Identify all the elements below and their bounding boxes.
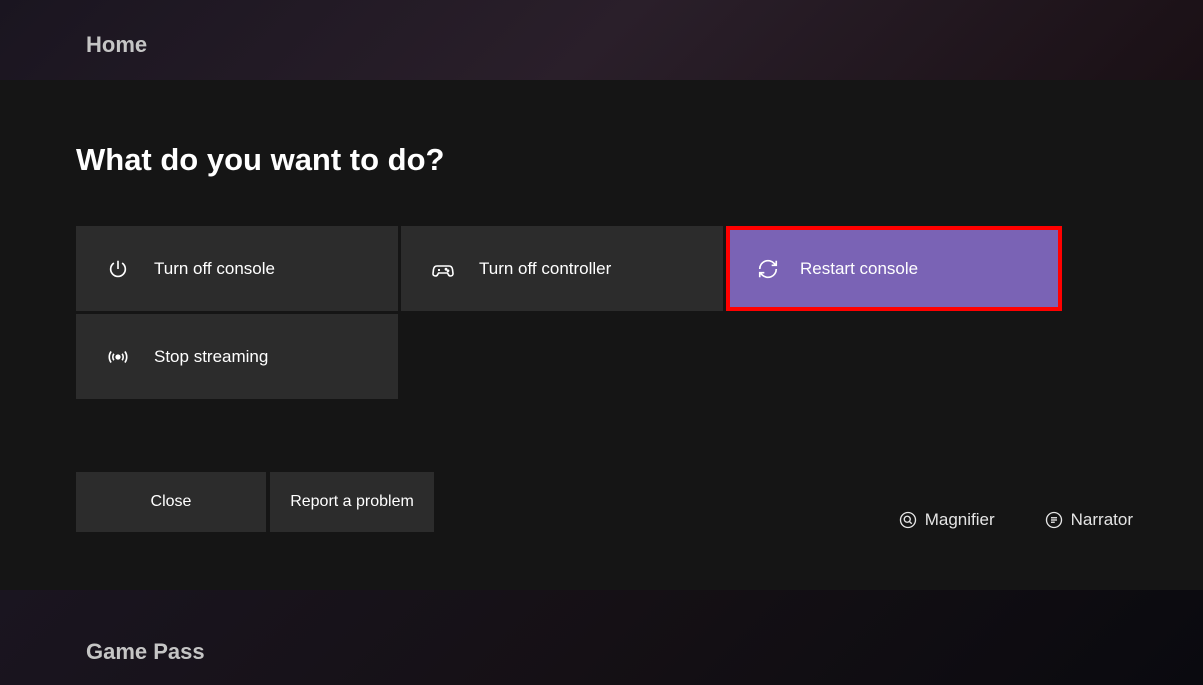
stop-streaming-button[interactable]: Stop streaming [76, 314, 398, 399]
report-problem-button[interactable]: Report a problem [270, 472, 434, 532]
narrator-icon [1045, 511, 1063, 529]
magnifier-icon [899, 511, 917, 529]
narrator-button[interactable]: Narrator [1045, 510, 1133, 530]
option-label: Turn off console [154, 259, 275, 279]
accessibility-row: Magnifier Narrator [899, 510, 1133, 530]
background-bottom-region [0, 590, 1203, 685]
turn-off-console-button[interactable]: Turn off console [76, 226, 398, 311]
power-icon [106, 257, 130, 281]
power-dialog-content: What do you want to do? Turn off console [0, 80, 1203, 590]
close-button[interactable]: Close [76, 472, 266, 532]
background-top-region [0, 0, 1203, 80]
power-dialog-overlay: What do you want to do? Turn off console [0, 80, 1203, 590]
access-label: Magnifier [925, 510, 995, 530]
dialog-title: What do you want to do? [76, 142, 1127, 178]
option-label: Stop streaming [154, 347, 268, 367]
access-label: Narrator [1071, 510, 1133, 530]
bottom-button-row: Close Report a problem [76, 472, 434, 532]
restart-icon [756, 257, 780, 281]
controller-icon [431, 257, 455, 281]
restart-console-button[interactable]: Restart console [726, 226, 1062, 311]
game-pass-header-label: Game Pass [86, 639, 205, 665]
option-label: Turn off controller [479, 259, 611, 279]
broadcast-icon [106, 345, 130, 369]
magnifier-button[interactable]: Magnifier [899, 510, 995, 530]
home-header-label: Home [86, 32, 147, 58]
option-grid: Turn off console Turn off controller [76, 226, 1127, 399]
option-label: Restart console [800, 259, 918, 279]
turn-off-controller-button[interactable]: Turn off controller [401, 226, 723, 311]
